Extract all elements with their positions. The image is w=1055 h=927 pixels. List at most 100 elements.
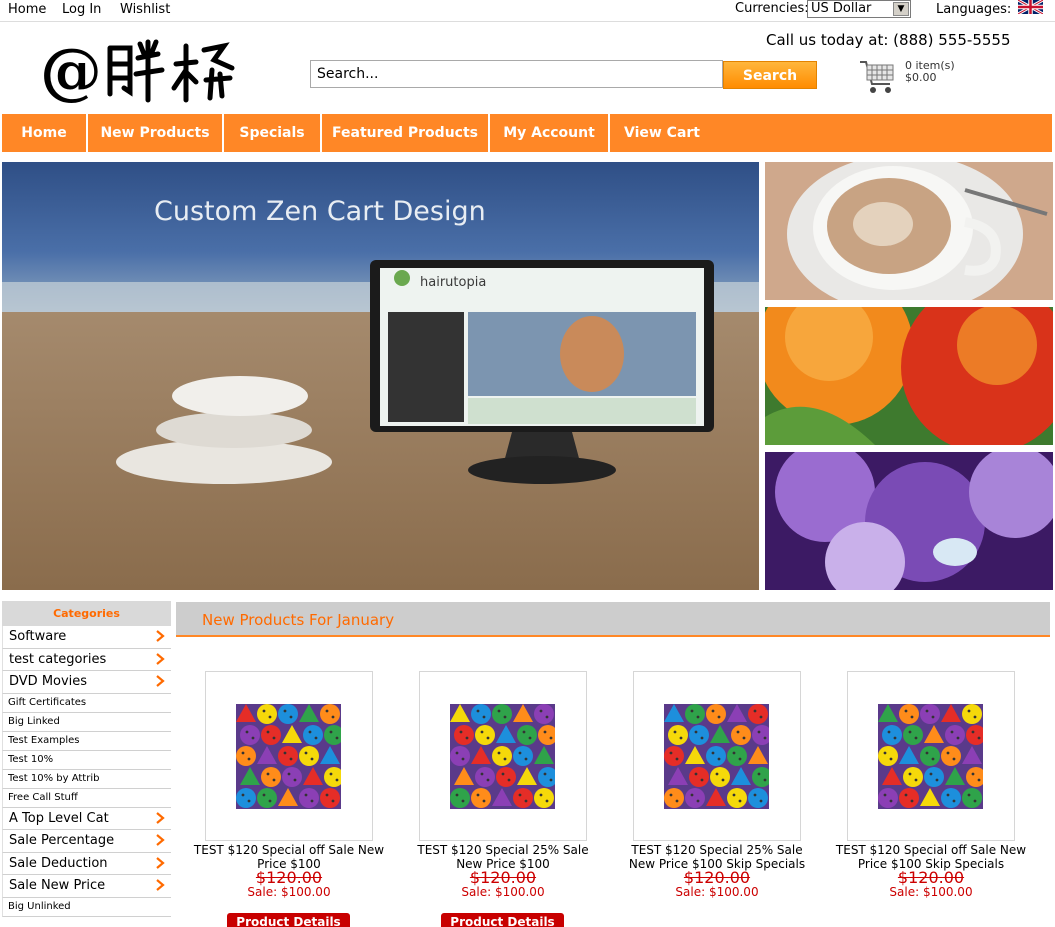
- original-price: $120.00: [897, 868, 965, 887]
- hero-headline: Custom Zen Cart Design: [154, 196, 486, 227]
- home-link[interactable]: Home: [8, 2, 46, 17]
- category-label: Sale New Price: [9, 878, 106, 893]
- new-products-header: New Products For January: [176, 602, 1050, 637]
- category-label: Gift Certificates: [8, 696, 87, 708]
- sale-price: Sale: $100.00: [889, 885, 973, 899]
- product-name-link[interactable]: TEST $120 Special off Sale New Price $10…: [831, 843, 1031, 871]
- category-item[interactable]: Gift Certificates: [2, 693, 171, 713]
- top-bar: Home Log In Wishlist Currencies: US Doll…: [0, 0, 1055, 22]
- chevron-right-icon: [156, 652, 165, 665]
- product-info: TEST $120 Special 25% Sale New Price $10…: [617, 843, 817, 899]
- product-image-frame[interactable]: [633, 671, 801, 841]
- original-price: $120.00: [683, 868, 751, 887]
- currency-selected-value: US Dollar: [811, 1, 872, 16]
- site-logo[interactable]: @: [40, 34, 240, 107]
- product-image-frame[interactable]: [419, 671, 587, 841]
- category-item[interactable]: test categories: [2, 648, 171, 671]
- hero-image: Custom Zen Cart Design hairutopia: [2, 162, 759, 590]
- category-label: test categories: [9, 651, 107, 667]
- currencies-label: Currencies:: [735, 1, 809, 16]
- new-products-title: New Products For January: [202, 611, 395, 629]
- original-price: $120.00: [255, 868, 323, 887]
- chevron-right-icon: [156, 675, 165, 687]
- product-info: TEST $120 Special off Sale New Price $10…: [189, 843, 389, 899]
- category-label: Big Unlinked: [8, 900, 71, 912]
- svg-text:@: @: [40, 34, 102, 106]
- peaches-image[interactable]: [765, 307, 1053, 445]
- category-item[interactable]: Big Unlinked: [2, 897, 171, 917]
- chevron-down-icon[interactable]: ▼: [893, 2, 909, 16]
- category-label: Sale Deduction: [9, 855, 108, 871]
- product-info: TEST $120 Special off Sale New Price $10…: [831, 843, 1031, 899]
- product-image: [236, 704, 344, 809]
- lavender-picture: [765, 452, 1053, 590]
- coffee-image[interactable]: [765, 162, 1053, 300]
- original-price: $120.00: [469, 868, 537, 887]
- sale-price: Sale: $100.00: [461, 885, 545, 899]
- product-image-frame[interactable]: [205, 671, 373, 841]
- cart-total: $0.00: [905, 71, 937, 84]
- shopping-cart-icon[interactable]: [858, 56, 896, 96]
- category-label: Sale Percentage: [9, 833, 115, 848]
- chevron-right-icon: [156, 879, 165, 891]
- categories-list: Software test categories DVD Movies Gift Ce…: [2, 626, 171, 917]
- category-label: Test 10% by Attrib: [8, 772, 100, 784]
- sale-price: Sale: $100.00: [247, 885, 331, 899]
- category-label: DVD Movies: [9, 674, 88, 689]
- coffee-cup-picture: [765, 162, 1053, 300]
- product-name-link[interactable]: TEST $120 Special 25% Sale New Price $10…: [617, 843, 817, 871]
- currency-select[interactable]: US Dollar ▼: [807, 0, 911, 18]
- category-item[interactable]: A Top Level Cat: [2, 807, 171, 830]
- category-item[interactable]: DVD Movies: [2, 671, 171, 694]
- uk-flag-icon[interactable]: [1018, 0, 1043, 14]
- product-details-button[interactable]: Product Details: [441, 913, 564, 927]
- search-input[interactable]: [310, 60, 723, 88]
- sale-price: Sale: $100.00: [675, 885, 759, 899]
- wishlist-link[interactable]: Wishlist: [120, 2, 170, 17]
- category-label: Free Call Stuff: [8, 791, 78, 803]
- login-link[interactable]: Log In: [62, 2, 101, 17]
- category-label: A Top Level Cat: [9, 810, 109, 826]
- category-item[interactable]: Test 10% by Attrib: [2, 769, 171, 789]
- product-info: TEST $120 Special 25% Sale New Price $10…: [403, 843, 603, 899]
- chevron-right-icon: [156, 834, 165, 846]
- category-label: Big Linked: [8, 715, 60, 727]
- nav-my-account[interactable]: My Account: [490, 114, 610, 152]
- category-item[interactable]: Sale Deduction: [2, 852, 171, 875]
- product-image-frame[interactable]: [847, 671, 1015, 841]
- product-image: [664, 704, 772, 809]
- main-nav: Home New Products Specials Featured Prod…: [2, 114, 1052, 152]
- categories-header: Categories: [2, 601, 171, 626]
- nav-specials[interactable]: Specials: [224, 114, 322, 152]
- languages-label: Languages:: [936, 2, 1012, 17]
- product-image: [878, 704, 986, 809]
- product-name-link[interactable]: TEST $120 Special off Sale New Price $10…: [189, 843, 389, 871]
- call-us-text: Call us today at: (888) 555-5555: [766, 31, 1011, 49]
- product-image: [450, 704, 558, 809]
- category-item[interactable]: Free Call Stuff: [2, 788, 171, 808]
- category-item[interactable]: Software: [2, 626, 171, 649]
- chevron-right-icon: [156, 856, 165, 869]
- nav-new-products[interactable]: New Products: [88, 114, 224, 152]
- nav-view-cart[interactable]: View Cart: [610, 114, 714, 152]
- lavender-image[interactable]: [765, 452, 1053, 590]
- peaches-picture: [765, 307, 1053, 445]
- product-name-link[interactable]: TEST $120 Special 25% Sale New Price $10…: [403, 843, 603, 871]
- product-details-button[interactable]: Product Details: [227, 913, 350, 927]
- category-label: Software: [9, 629, 67, 644]
- category-item[interactable]: Sale New Price: [2, 875, 171, 898]
- category-item[interactable]: Test 10%: [2, 750, 171, 770]
- nav-home[interactable]: Home: [2, 114, 88, 152]
- hero-screen-brand: hairutopia: [420, 275, 486, 290]
- chevron-right-icon: [156, 630, 165, 642]
- chevron-right-icon: [156, 811, 165, 824]
- logo-mark: @: [40, 34, 235, 107]
- category-label: Test Examples: [8, 734, 80, 746]
- search-button[interactable]: Search: [723, 61, 817, 89]
- hero-banner[interactable]: Custom Zen Cart Design hairutopia: [2, 162, 759, 590]
- category-item[interactable]: Test Examples: [2, 731, 171, 751]
- nav-featured-products[interactable]: Featured Products: [322, 114, 490, 152]
- category-label: Test 10%: [8, 753, 54, 765]
- category-item[interactable]: Big Linked: [2, 712, 171, 732]
- category-item[interactable]: Sale Percentage: [2, 830, 171, 853]
